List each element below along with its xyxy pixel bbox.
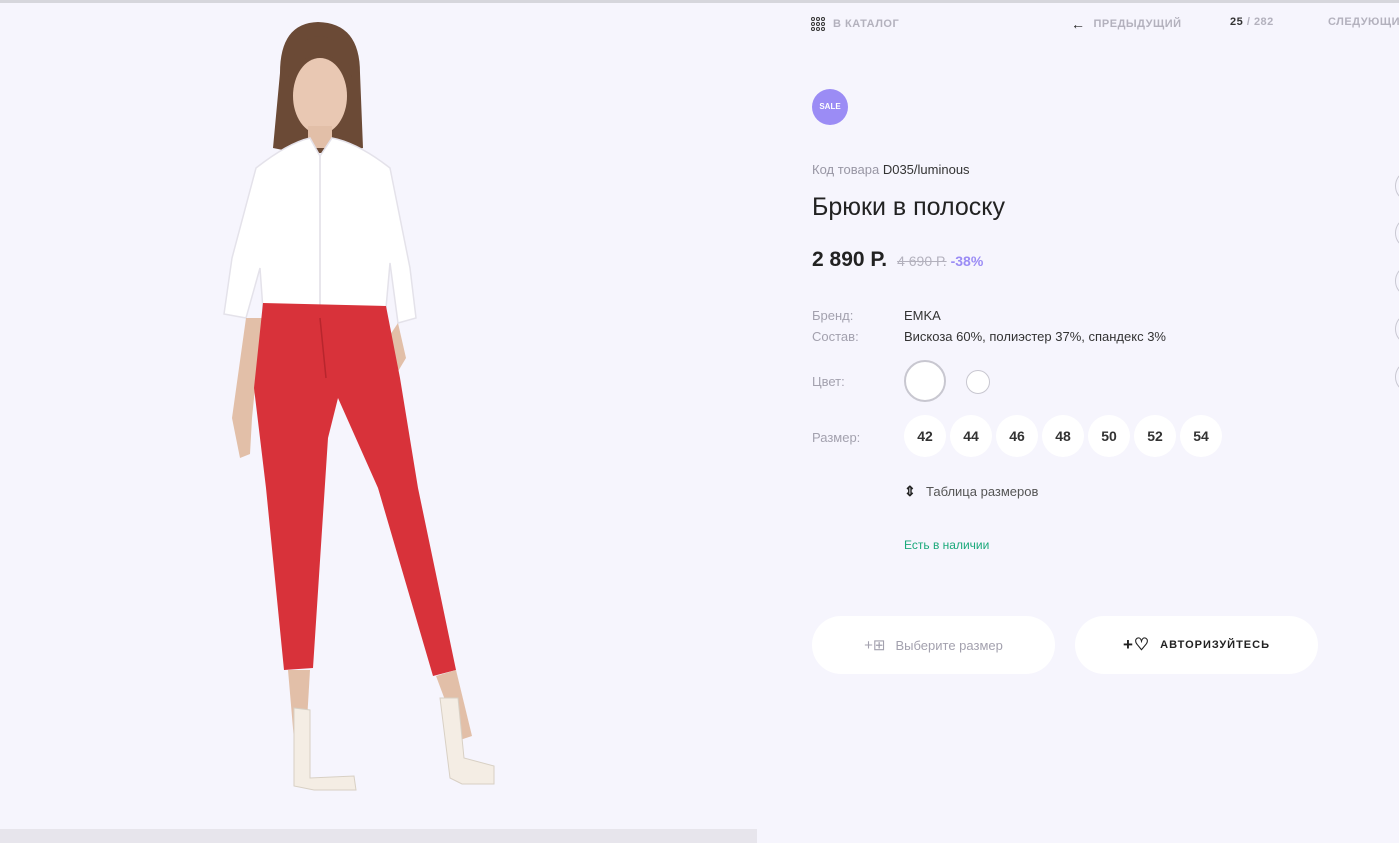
heart-plus-icon: +♡	[1122, 635, 1151, 654]
brand-label: Бренд:	[812, 308, 854, 323]
size-option[interactable]: 44	[950, 415, 992, 457]
old-price: 4 690 Р.	[897, 253, 947, 269]
previous-product-link[interactable]: ← ПРЕДЫДУЩИЙ	[1071, 16, 1182, 32]
product-photo	[223, 22, 495, 791]
brand-value: EMKA	[904, 308, 941, 323]
price-row: 2 890 Р. 4 690 Р. -38%	[812, 248, 983, 272]
size-option[interactable]: 52	[1134, 415, 1176, 457]
product-sku: Код товара D035/luminous	[812, 162, 970, 177]
product-title: Брюки в полоску	[812, 193, 1006, 221]
next-product-link[interactable]: СЛЕДУЮЩИЙ	[1328, 16, 1399, 32]
size-option[interactable]: 48	[1042, 415, 1084, 457]
size-option[interactable]: 50	[1088, 415, 1130, 457]
size-label: Размер:	[812, 430, 861, 445]
size-table-link[interactable]: ⇕ Таблица размеров	[904, 483, 1038, 500]
color-label: Цвет:	[812, 374, 845, 389]
composition-value: Вискоза 60%, полиэстер 37%, спандекс 3%	[904, 329, 1166, 344]
back-to-catalog-link[interactable]: В КАТАЛОГ	[811, 16, 899, 32]
cart-plus-icon: +⊞	[864, 637, 886, 654]
composition-label: Состав:	[812, 329, 859, 344]
counter-current: 25	[1230, 16, 1244, 28]
favorite-login-label: АВТОРИЗУЙТЕСЬ	[1160, 639, 1270, 651]
size-option[interactable]: 46	[996, 415, 1038, 457]
counter-total: 282	[1253, 16, 1274, 28]
current-price: 2 890 Р.	[812, 248, 888, 271]
size-selector: 42 44 46 48 50 52 54	[904, 415, 1222, 457]
color-swatch-selected[interactable]	[904, 360, 946, 402]
side-share-button[interactable]	[1395, 170, 1399, 202]
catalog-link-label: В КАТАЛОГ	[833, 18, 900, 30]
side-share-button[interactable]	[1395, 265, 1399, 297]
side-share-button[interactable]	[1395, 217, 1399, 249]
counter-separator: /	[1246, 16, 1251, 28]
product-counter: 25 / 282	[1230, 16, 1274, 32]
sku-label: Код товара	[812, 162, 880, 177]
sku-value: D035/luminous	[882, 162, 970, 177]
favorite-login-button[interactable]: +♡ АВТОРИЗУЙТЕСЬ	[1075, 616, 1318, 674]
gallery-scroll-strip	[0, 829, 757, 843]
top-divider	[0, 0, 1399, 3]
grid-dots-icon	[811, 17, 825, 31]
add-to-cart-label: Выберите размер	[895, 637, 1003, 653]
side-share-button[interactable]	[1395, 313, 1399, 345]
sale-badge: SALE	[812, 89, 848, 125]
stock-status: Есть в наличии	[904, 538, 990, 552]
add-to-cart-button[interactable]: +⊞ Выберите размер	[812, 616, 1055, 674]
arrow-left-icon: ←	[1071, 16, 1086, 32]
size-option[interactable]: 42	[904, 415, 946, 457]
size-option[interactable]: 54	[1180, 415, 1222, 457]
discount-badge: -38%	[950, 253, 984, 269]
ruler-icon: ⇕	[904, 483, 916, 499]
color-swatch[interactable]	[966, 370, 990, 394]
size-table-label: Таблица размеров	[926, 484, 1039, 499]
previous-link-label: ПРЕДЫДУЩИЙ	[1093, 18, 1182, 30]
side-share-button[interactable]	[1395, 361, 1399, 393]
